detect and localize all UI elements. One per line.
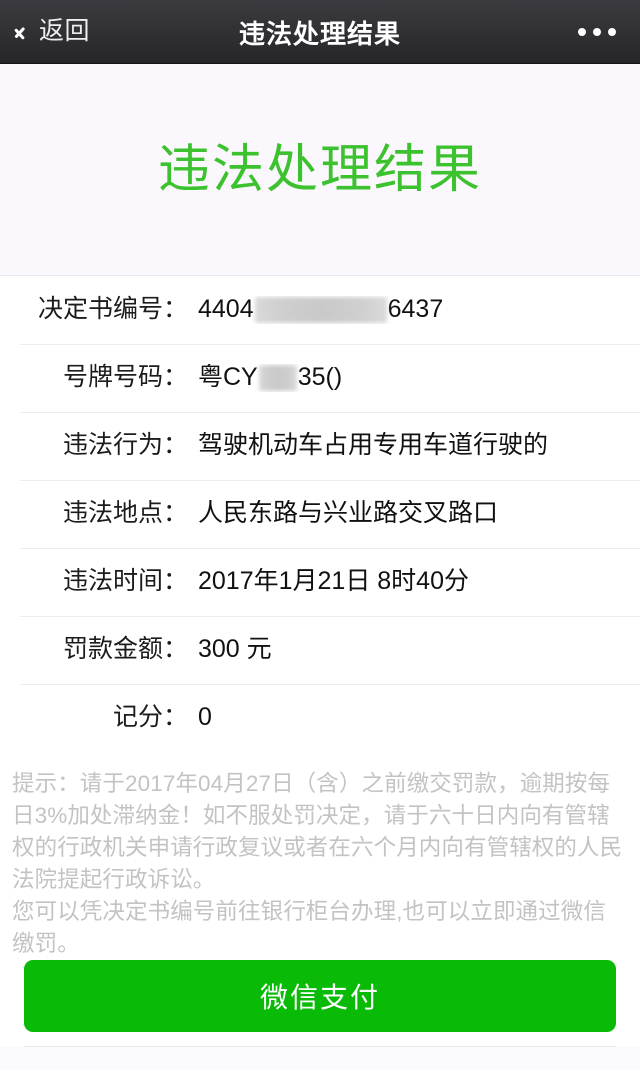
detail-row-value: 4404 6437 xyxy=(198,296,640,324)
more-dot-2 xyxy=(593,27,601,36)
detail-list: 决定书编号： 4404 6437 号牌号码： 粤CY 35() 违法行为： 驾驶机动车占用专用… xyxy=(0,276,640,752)
detail-row-label: 违法时间： xyxy=(62,567,188,596)
detail-value-prefix: 300 元 xyxy=(198,636,272,664)
notice-line-2: 您可以凭决定书编号前往银行柜台办理,也可以立即通过微信缴罚。 xyxy=(12,898,606,956)
detail-value-prefix: 0 xyxy=(198,704,212,732)
detail-value-prefix: 人民东路与兴业路交叉路口 xyxy=(198,500,499,528)
detail-value-suffix: 6437 xyxy=(387,296,444,324)
detail-row: 记分： 0 xyxy=(0,684,640,752)
footer: 微信支付 xyxy=(0,959,640,1047)
detail-row-value: 粤CY 35() xyxy=(198,364,640,392)
detail-row: 违法地点： 人民东路与兴业路交叉路口 xyxy=(0,480,640,548)
more-dot-1 xyxy=(578,27,586,36)
detail-row: 违法时间： 2017年1月21日 8时40分 xyxy=(0,548,640,616)
detail-row-label: 决定书编号： xyxy=(37,295,188,324)
detail-row-label: 号牌号码： xyxy=(62,363,188,392)
detail-row-label: 记分： xyxy=(112,703,188,732)
navbar-title: 违法处理结果 xyxy=(238,18,401,49)
footer-padding xyxy=(0,1046,640,1070)
detail-value-prefix: 驾驶机动车占用专用车道行驶的 xyxy=(198,432,549,460)
detail-row-label: 罚款金额： xyxy=(62,635,188,664)
back-button-label: 返回 xyxy=(39,17,91,45)
violation-result-screen: 返回 违法处理结果 违法处理结果 决定书编号： 4404 6437 号牌号码： 粤CY 3… xyxy=(0,0,640,1070)
detail-value-prefix: 粤CY xyxy=(198,364,258,392)
detail-row: 罚款金额： 300 元 xyxy=(0,616,640,684)
detail-value-prefix: 2017年1月21日 8时40分 xyxy=(198,568,469,596)
hero-banner: 违法处理结果 xyxy=(0,64,640,276)
chevron-left-icon xyxy=(22,21,35,43)
detail-value-suffix: 35() xyxy=(297,364,343,392)
redacted-value-block xyxy=(258,365,297,391)
detail-row: 违法行为： 驾驶机动车占用专用车道行驶的 xyxy=(0,412,640,480)
navbar: 返回 违法处理结果 xyxy=(0,0,640,64)
notice-block: 提示：请于2017年04月27日（含）之前缴交罚款，逾期按每日3%加处滞纳金！如… xyxy=(0,752,640,960)
detail-row-label: 违法行为： xyxy=(62,431,188,460)
detail-row: 号牌号码： 粤CY 35() xyxy=(0,344,640,412)
detail-row-value: 300 元 xyxy=(198,636,640,664)
detail-row: 决定书编号： 4404 6437 xyxy=(0,276,640,344)
page-title: 违法处理结果 xyxy=(157,140,482,199)
detail-row-value: 人民东路与兴业路交叉路口 xyxy=(198,500,640,528)
detail-row-value: 0 xyxy=(198,704,640,732)
notice-line-1: 提示：请于2017年04月27日（含）之前缴交罚款，逾期按每日3%加处滞纳金！如… xyxy=(12,771,623,892)
redacted-value-block xyxy=(254,297,387,323)
wechat-pay-button[interactable]: 微信支付 xyxy=(24,959,616,1032)
more-dots-icon[interactable] xyxy=(576,18,618,46)
more-dot-3 xyxy=(608,27,616,36)
back-button[interactable]: 返回 xyxy=(22,19,90,44)
detail-row-label: 违法地点： xyxy=(62,499,188,528)
detail-row-value: 2017年1月21日 8时40分 xyxy=(198,568,640,596)
detail-value-prefix: 4404 xyxy=(198,296,254,324)
detail-row-value: 驾驶机动车占用专用车道行驶的 xyxy=(198,432,640,460)
